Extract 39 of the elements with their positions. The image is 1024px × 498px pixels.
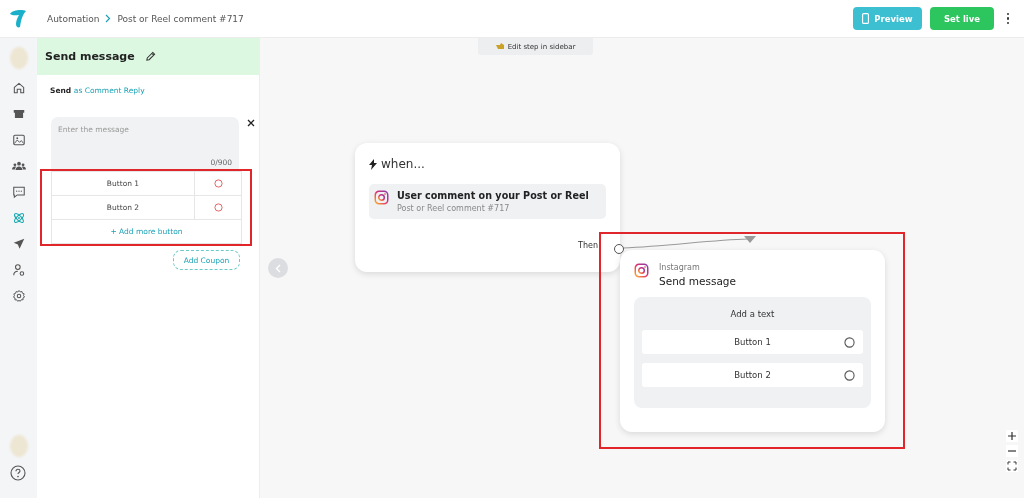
connection-handle[interactable] — [614, 244, 624, 254]
platform-label: Instagram — [659, 263, 701, 272]
image-icon[interactable] — [11, 132, 26, 147]
trigger-card[interactable]: when... User comment on your Post or Reel Post or Reel comment #717 Then — [355, 143, 620, 272]
trigger-title: User comment on your Post or Reel — [397, 190, 589, 201]
fit-view-icon[interactable] — [1006, 460, 1018, 472]
zoom-in-icon[interactable] — [1006, 430, 1018, 442]
phone-icon — [862, 13, 870, 24]
trigger-subtitle: Post or Reel comment #717 — [397, 204, 511, 213]
panel-title: Send message — [45, 50, 135, 63]
message-button[interactable]: Button 2 — [642, 363, 863, 387]
instagram-icon — [634, 263, 649, 278]
help-icon[interactable] — [9, 465, 26, 481]
message-text: Add a text — [729, 309, 776, 319]
circle-icon[interactable] — [213, 203, 223, 212]
atom-icon[interactable] — [11, 210, 26, 225]
instagram-icon — [374, 190, 389, 205]
circle-icon — [844, 369, 855, 381]
circle-icon[interactable] — [213, 179, 223, 188]
circle-icon — [844, 336, 855, 348]
home-icon[interactable] — [11, 80, 26, 95]
breadcrumb-current: Post or Reel comment #717 — [117, 13, 244, 24]
message-button[interactable]: Button 1 — [642, 330, 863, 354]
action-title: Send message — [659, 275, 736, 287]
pencil-icon[interactable] — [144, 51, 156, 62]
zoom-out-icon[interactable] — [1006, 445, 1018, 457]
lightning-icon — [369, 158, 377, 170]
hand-icon — [495, 43, 505, 50]
user-gear-icon[interactable] — [11, 262, 26, 277]
settings-icon[interactable] — [11, 288, 26, 303]
action-card[interactable]: Instagram Send message Add a text Button 1 Button 2 — [620, 250, 885, 432]
chevron-icon — [105, 14, 112, 23]
trigger-heading: when... — [381, 157, 425, 171]
close-icon[interactable] — [247, 119, 255, 127]
chat-icon[interactable] — [11, 184, 26, 199]
then-label: Then — [578, 241, 598, 250]
chevron-left-icon — [275, 263, 281, 273]
breadcrumb-link[interactable]: Automation — [47, 13, 100, 24]
logo-icon — [9, 8, 27, 29]
